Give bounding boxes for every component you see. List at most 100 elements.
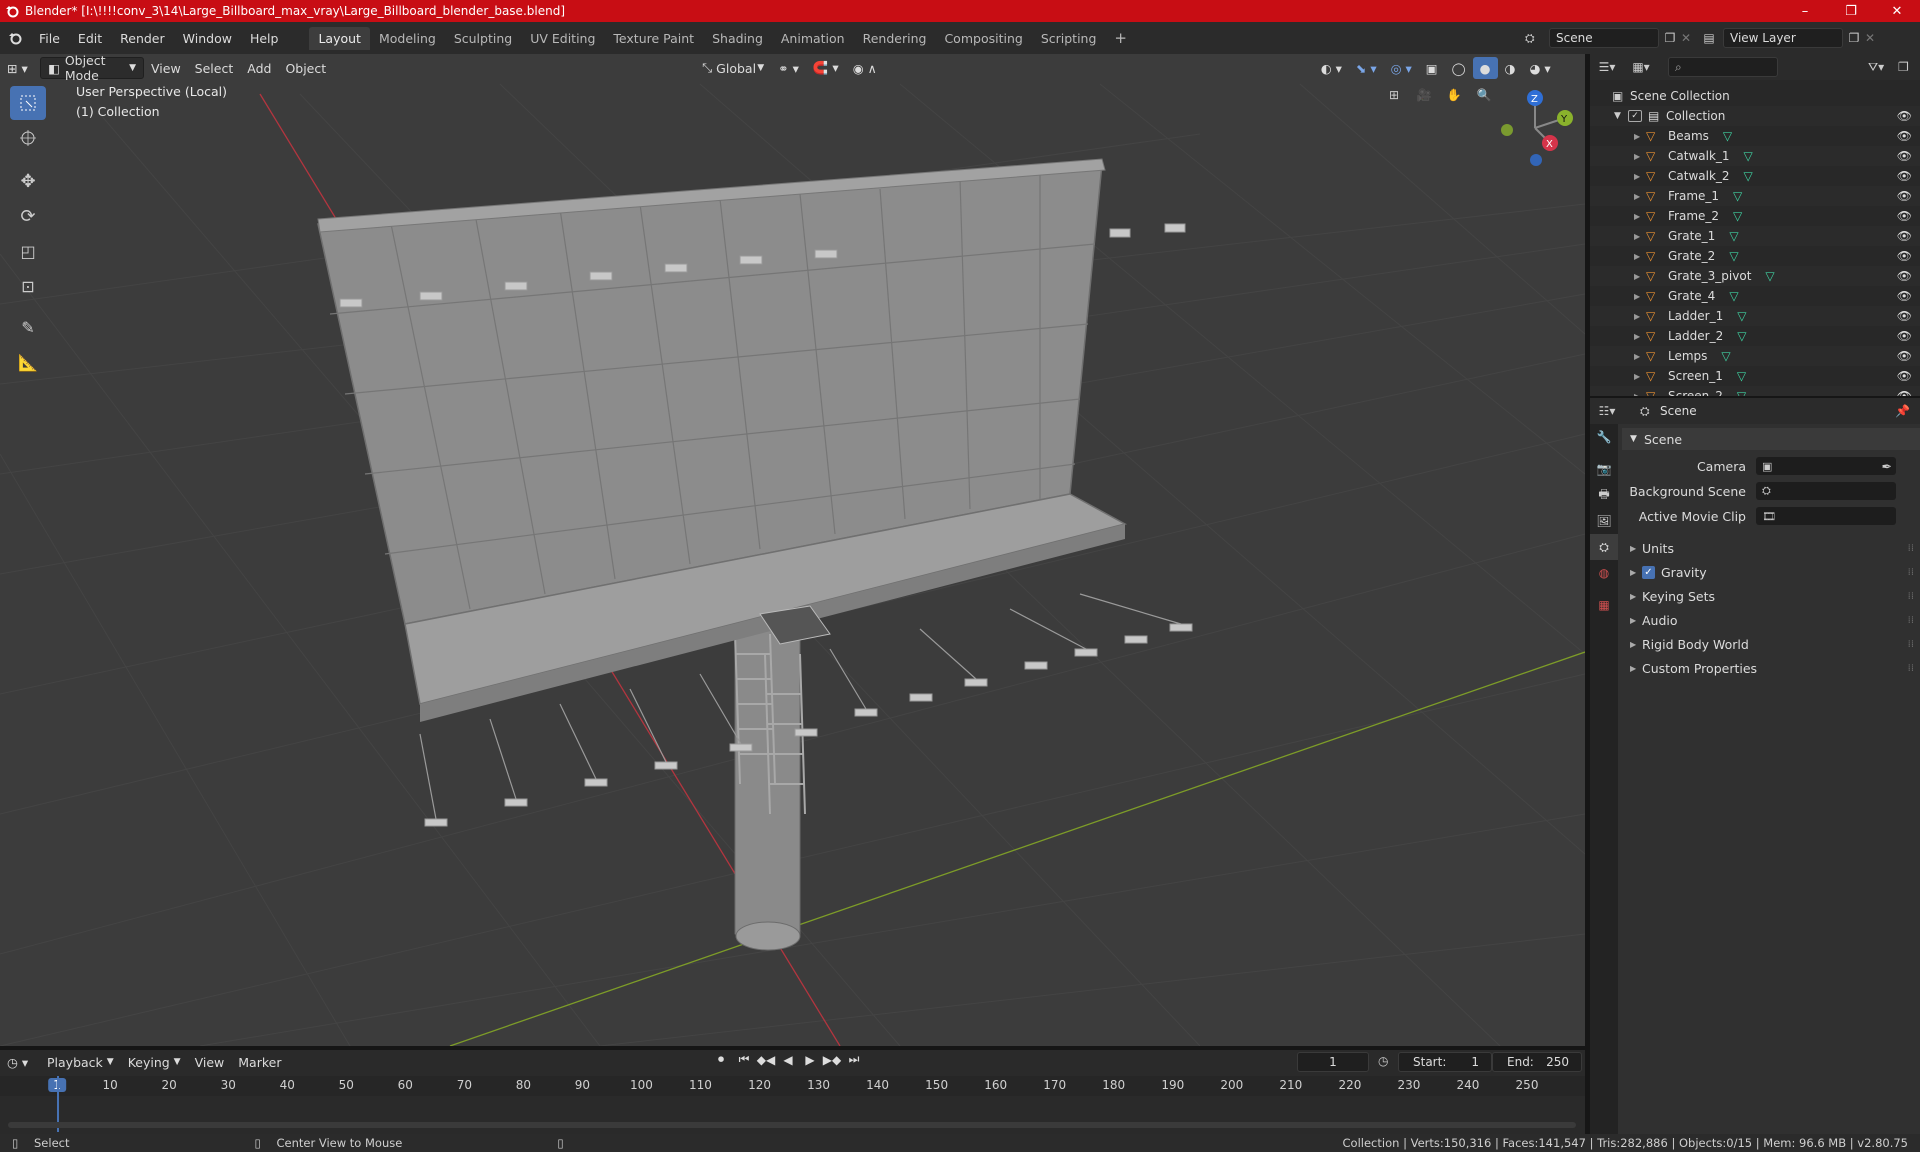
timeline-scrollbar[interactable] xyxy=(8,1122,1576,1128)
tab-modeling[interactable]: Modeling xyxy=(370,27,445,50)
disclosure-closed-icon[interactable]: ▶ xyxy=(1634,272,1646,281)
outliner-row-object[interactable]: ▶ ▽ Catwalk_1 ▽ 👁 xyxy=(1590,146,1920,166)
scene-tab-icon[interactable]: ⛭ xyxy=(1590,534,1618,560)
mesh-data-icon[interactable]: ▽ xyxy=(1729,229,1738,243)
prev-keyframe-icon[interactable]: ◆◀ xyxy=(756,1053,776,1067)
drag-handle-icon[interactable]: ⁞⁞ xyxy=(1908,615,1914,626)
close-button[interactable]: ✕ xyxy=(1874,0,1920,22)
disclosure-closed-icon[interactable]: ▶ xyxy=(1634,332,1646,341)
visibility-eye-icon[interactable]: 👁 xyxy=(1897,129,1912,143)
tab-animation[interactable]: Animation xyxy=(772,27,854,50)
tab-shading[interactable]: Shading xyxy=(703,27,772,50)
outliner-row-object[interactable]: ▶ ▽ Grate_4 ▽ 👁 xyxy=(1590,286,1920,306)
visibility-eye-icon[interactable]: 👁 xyxy=(1897,189,1912,203)
snap-icon[interactable]: 🧲 ▾ xyxy=(806,57,846,79)
mesh-data-icon[interactable]: ▽ xyxy=(1721,349,1730,363)
menu-view[interactable]: View xyxy=(144,57,188,79)
scene-selector[interactable]: Scene xyxy=(1549,28,1659,48)
tab-scripting[interactable]: Scripting xyxy=(1032,27,1106,50)
tool-tab-icon[interactable]: 🔧 xyxy=(1590,424,1618,450)
scene-icon[interactable]: ⛭ xyxy=(1525,31,1549,46)
visibility-eye-icon[interactable]: 👁 xyxy=(1897,309,1912,323)
tab-texture-paint[interactable]: Texture Paint xyxy=(604,27,703,50)
disclosure-closed-icon[interactable]: ▶ xyxy=(1634,292,1646,301)
start-frame-field[interactable]: Start: 1 xyxy=(1398,1052,1492,1072)
outliner-row-object[interactable]: ▶ ▽ Lemps ▽ 👁 xyxy=(1590,346,1920,366)
visibility-eye-icon[interactable]: 👁 xyxy=(1897,109,1912,123)
render-tab-icon[interactable]: 📷 xyxy=(1590,456,1618,482)
editor-type-icon[interactable]: ⊞ ▾ xyxy=(0,57,40,79)
pole-base[interactable] xyxy=(735,921,801,951)
menu-select[interactable]: Select xyxy=(188,57,241,79)
disclosure-open-icon[interactable]: ▼ xyxy=(1614,111,1628,121)
mesh-data-icon[interactable]: ▽ xyxy=(1737,329,1746,343)
play-icon[interactable]: ▶ xyxy=(800,1053,820,1067)
mesh-data-icon[interactable]: ▽ xyxy=(1744,149,1753,163)
menu-add[interactable]: Add xyxy=(240,57,278,79)
disclosure-closed-icon[interactable]: ▶ xyxy=(1634,192,1646,201)
tab-sculpting[interactable]: Sculpting xyxy=(445,27,521,50)
view-layer-selector[interactable]: View Layer xyxy=(1723,28,1843,48)
outliner-row-object[interactable]: ▶ ▽ Grate_3_pivot ▽ 👁 xyxy=(1590,266,1920,286)
menu-edit[interactable]: Edit xyxy=(69,31,111,46)
visibility-eye-icon[interactable]: 👁 xyxy=(1897,369,1912,383)
wireframe-shading-icon[interactable]: ◯ xyxy=(1445,57,1473,79)
collection-checkbox[interactable]: ✓ xyxy=(1628,110,1642,122)
view-layer-tab-icon[interactable]: 🖼 xyxy=(1590,508,1618,534)
3d-viewport[interactable]: ⊞ ▾ ◧ Object Mode ▼ View Select Add Obje… xyxy=(0,54,1585,1046)
outliner-row-object[interactable]: ▶ ▽ Catwalk_2 ▽ 👁 xyxy=(1590,166,1920,186)
navigation-gizmo[interactable]: Z Y X xyxy=(1495,88,1575,168)
blender-menu-icon[interactable] xyxy=(0,31,30,45)
mesh-data-icon[interactable]: ▽ xyxy=(1737,309,1746,323)
visibility-icon[interactable]: ◐ ▾ xyxy=(1314,57,1349,79)
outliner-search-input[interactable]: ⌕ xyxy=(1668,57,1778,77)
drag-handle-icon[interactable]: ⁞⁞ xyxy=(1908,639,1914,650)
new-collection-icon[interactable]: ❐ xyxy=(1898,60,1920,74)
end-frame-field[interactable]: End: 250 xyxy=(1492,1052,1582,1072)
tab-compositing[interactable]: Compositing xyxy=(935,27,1031,50)
current-frame-field[interactable]: 1 xyxy=(1297,1052,1369,1072)
disclosure-closed-icon[interactable]: ▶ xyxy=(1634,352,1646,361)
drag-handle-icon[interactable]: ⁞⁞ xyxy=(1908,591,1914,602)
outliner-row-object[interactable]: ▶ ▽ Beams ▽ 👁 xyxy=(1590,126,1920,146)
annotate-icon[interactable]: ✎ xyxy=(10,310,46,344)
transform-icon[interactable]: ⊡ xyxy=(10,269,46,303)
visibility-eye-icon[interactable]: 👁 xyxy=(1897,209,1912,223)
transform-orientation-selector[interactable]: ⤡ Global ▼ xyxy=(695,57,771,79)
tab-rendering[interactable]: Rendering xyxy=(854,27,936,50)
menu-marker[interactable]: Marker xyxy=(231,1051,288,1073)
visibility-eye-icon[interactable]: 👁 xyxy=(1897,329,1912,343)
subpanel-header[interactable]: ▶ Keying Sets ⁞⁞ xyxy=(1622,585,1920,607)
visibility-eye-icon[interactable]: 👁 xyxy=(1897,149,1912,163)
world-tab-icon[interactable]: ◍ xyxy=(1590,560,1618,586)
subpanel-header[interactable]: ▶ Rigid Body World ⁞⁞ xyxy=(1622,633,1920,655)
outliner-row-scene-collection[interactable]: ▣ Scene Collection xyxy=(1590,86,1920,106)
material-shading-icon[interactable]: ◑ xyxy=(1498,57,1523,79)
subpanel-header[interactable]: ▶ Custom Properties ⁞⁞ xyxy=(1622,657,1920,679)
menu-playback[interactable]: Playback ▼ xyxy=(40,1051,121,1073)
measure-icon[interactable]: 📐 xyxy=(10,345,46,379)
texture-tab-icon[interactable]: ▦ xyxy=(1590,592,1618,618)
field-value-input[interactable]: ⛭ xyxy=(1756,482,1896,500)
output-tab-icon[interactable]: 🖶 xyxy=(1590,482,1618,508)
neg-z-axis-handle[interactable] xyxy=(1530,154,1542,166)
add-workspace-icon[interactable]: + xyxy=(1105,25,1136,51)
zoom-icon[interactable]: 🔍 xyxy=(1472,88,1496,112)
disclosure-closed-icon[interactable]: ▶ xyxy=(1634,152,1646,161)
mode-selector[interactable]: ◧ Object Mode ▼ xyxy=(40,54,144,83)
delete-scene-icon[interactable]: ✕ xyxy=(1681,31,1695,45)
disclosure-closed-icon[interactable]: ▶ xyxy=(1634,312,1646,321)
new-view-layer-icon[interactable]: ❐ xyxy=(1843,31,1865,45)
disclosure-closed-icon[interactable]: ▶ xyxy=(1634,372,1646,381)
play-reverse-icon[interactable]: ◀ xyxy=(778,1053,798,1067)
mesh-data-icon[interactable]: ▽ xyxy=(1737,369,1746,383)
disclosure-closed-icon[interactable]: ▶ xyxy=(1634,212,1646,221)
menu-timeline-view[interactable]: View xyxy=(188,1051,232,1073)
subpanel-header[interactable]: ▶ Units ⁞⁞ xyxy=(1622,537,1920,559)
outliner-row-object[interactable]: ▶ ▽ Ladder_2 ▽ 👁 xyxy=(1590,326,1920,346)
grid-view-icon[interactable]: ⊞ xyxy=(1382,88,1406,112)
menu-window[interactable]: Window xyxy=(174,31,241,46)
outliner-row-object[interactable]: ▶ ▽ Grate_2 ▽ 👁 xyxy=(1590,246,1920,266)
subpanel-header[interactable]: ▶ ✓ Gravity ⁞⁞ xyxy=(1622,561,1920,583)
mesh-data-icon[interactable]: ▽ xyxy=(1729,249,1738,263)
